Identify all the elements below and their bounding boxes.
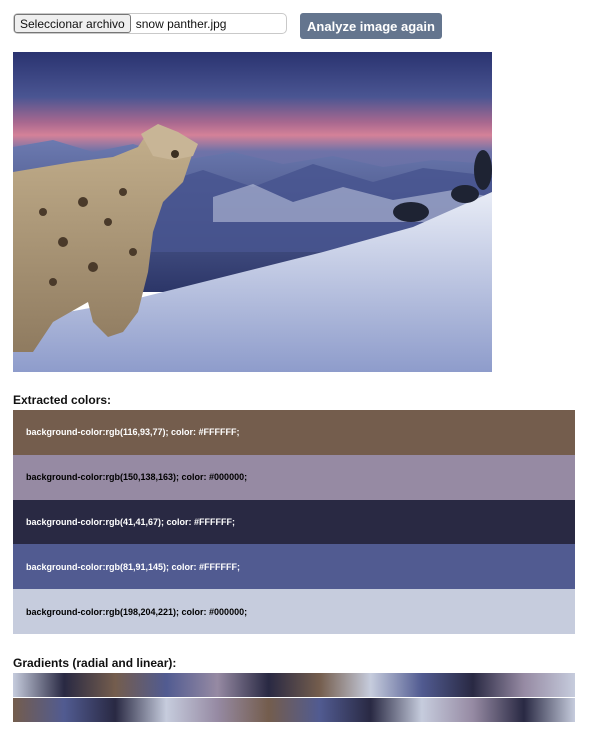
radial-gradient-strip (13, 673, 575, 697)
snow-leopard-photo (13, 52, 492, 372)
linear-gradient-strip (13, 698, 575, 722)
gradients-heading: Gradients (radial and linear): (13, 656, 177, 670)
color-swatch: background-color:rgb(198,204,221); color… (13, 589, 575, 634)
color-swatch-list: background-color:rgb(116,93,77); color: … (13, 410, 575, 634)
color-swatch: background-color:rgb(116,93,77); color: … (13, 410, 575, 455)
analyze-image-button[interactable]: Analyze image again (300, 13, 442, 39)
color-swatch: background-color:rgb(150,138,163); color… (13, 454, 575, 500)
color-swatch: background-color:rgb(81,91,145); color: … (13, 544, 575, 590)
extracted-colors-heading: Extracted colors: (13, 393, 112, 407)
choose-file-button[interactable]: Seleccionar archivo (14, 14, 131, 33)
selected-file-name: snow panther.jpg (135, 16, 227, 31)
color-swatch: background-color:rgb(41,41,67); color: #… (13, 499, 575, 545)
file-input[interactable]: Seleccionar archivo snow panther.jpg (13, 13, 287, 34)
